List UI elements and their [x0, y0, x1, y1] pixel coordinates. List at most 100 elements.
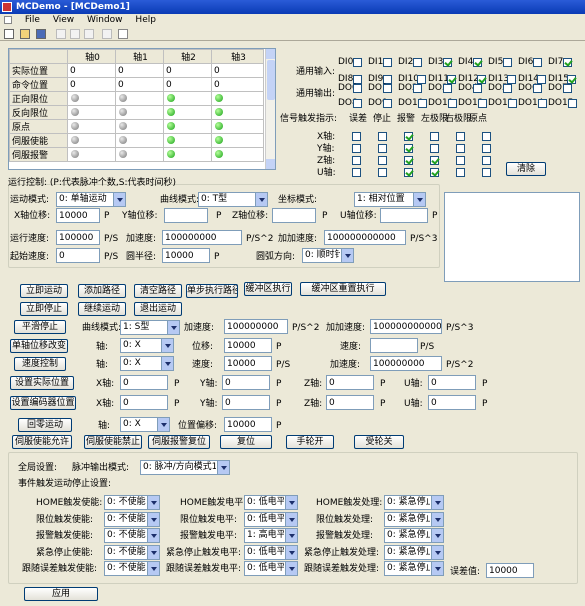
chevron-down-icon[interactable]: [217, 461, 229, 474]
chevron-down-icon[interactable]: [431, 545, 443, 559]
trigger-enable-dropdown[interactable]: 0: 不使能: [104, 495, 160, 510]
input-checkbox[interactable]: [383, 58, 392, 67]
grid-led-cell[interactable]: [115, 147, 164, 162]
add-path-button[interactable]: 添加路径: [78, 284, 126, 298]
buffer-reset-button[interactable]: 缓冲区重置执行: [300, 282, 386, 296]
output-checkbox[interactable]: [413, 84, 422, 93]
grid-led-cell[interactable]: [163, 133, 212, 148]
paste-icon[interactable]: [84, 29, 94, 39]
menu-file[interactable]: File: [25, 15, 40, 25]
signal-checkbox[interactable]: [482, 132, 491, 141]
new-file-icon[interactable]: [4, 29, 14, 39]
open-folder-icon[interactable]: [20, 29, 30, 39]
input-checkbox[interactable]: [447, 75, 456, 84]
z-disp-field[interactable]: [272, 208, 316, 223]
chevron-down-icon[interactable]: [161, 339, 173, 352]
output-checkbox[interactable]: [563, 84, 572, 93]
grid-led-cell[interactable]: [67, 133, 116, 148]
chevron-down-icon[interactable]: [147, 545, 159, 559]
trigger-action-dropdown[interactable]: 0: 紧急停止: [384, 528, 444, 543]
motion-mode-dropdown[interactable]: 0: 单轴运动: [56, 192, 126, 207]
signal-checkbox[interactable]: [378, 144, 387, 153]
grid-led-cell[interactable]: [211, 105, 264, 120]
set-actual-pos-button[interactable]: 设置实际位置: [10, 376, 74, 390]
trigger-action-dropdown[interactable]: 0: 紧急停止: [384, 495, 444, 510]
u-actual-pos-field[interactable]: [428, 375, 476, 390]
start-button[interactable]: 立即运动: [20, 284, 68, 298]
input-checkbox[interactable]: [563, 58, 572, 67]
single-axis-dropdown[interactable]: 0: X: [120, 338, 174, 353]
exit-button[interactable]: 退出运动: [134, 302, 182, 316]
signal-checkbox[interactable]: [352, 132, 361, 141]
x-encoder-pos-field[interactable]: [120, 395, 168, 410]
chevron-down-icon[interactable]: [147, 529, 159, 542]
output-checkbox[interactable]: [443, 84, 452, 93]
y-encoder-pos-field[interactable]: [222, 395, 270, 410]
input-checkbox[interactable]: [413, 58, 422, 67]
output-checkbox[interactable]: [353, 99, 362, 108]
chevron-down-icon[interactable]: [285, 496, 297, 509]
grid-led-cell[interactable]: [67, 147, 116, 162]
pulse-mode-dropdown[interactable]: 0: 脉冲/方向模式1: [140, 460, 230, 475]
grid-cell[interactable]: 0: [211, 63, 264, 78]
grid-led-cell[interactable]: [115, 105, 164, 120]
signal-checkbox[interactable]: [352, 168, 361, 177]
grid-cell[interactable]: 0: [67, 63, 116, 78]
signal-checkbox[interactable]: [482, 156, 491, 165]
chevron-down-icon[interactable]: [285, 562, 297, 575]
grid-led-cell[interactable]: [163, 105, 212, 120]
acc-field[interactable]: [162, 230, 242, 245]
grid-cell[interactable]: 0: [163, 77, 212, 92]
signal-checkbox[interactable]: [482, 144, 491, 153]
menu-help[interactable]: Help: [135, 15, 156, 25]
input-checkbox[interactable]: [353, 58, 362, 67]
menu-window[interactable]: Window: [87, 15, 123, 25]
signal-checkbox[interactable]: [456, 144, 465, 153]
chevron-down-icon[interactable]: [285, 545, 297, 559]
chevron-down-icon[interactable]: [431, 512, 443, 526]
signal-checkbox[interactable]: [482, 168, 491, 177]
output-checkbox[interactable]: [383, 84, 392, 93]
input-checkbox[interactable]: [473, 58, 482, 67]
input-checkbox[interactable]: [507, 75, 516, 84]
radius-field[interactable]: [162, 248, 210, 263]
bottom-button-0[interactable]: 伺服使能允许: [12, 435, 72, 449]
continue-button[interactable]: 继续运动: [78, 302, 126, 316]
output-checkbox[interactable]: [473, 84, 482, 93]
info-textbox[interactable]: [444, 192, 580, 282]
clear-path-button[interactable]: 清空路径: [134, 284, 182, 298]
trigger-level-dropdown[interactable]: 0: 低电平: [244, 495, 298, 510]
chevron-down-icon[interactable]: [341, 249, 353, 262]
home-button[interactable]: 回零运动: [18, 418, 72, 432]
grid-led-cell[interactable]: [211, 91, 264, 106]
cut-icon[interactable]: [56, 29, 66, 39]
copy-icon[interactable]: [70, 29, 80, 39]
smooth-stop-button[interactable]: 平滑停止: [14, 320, 66, 334]
error-value-field[interactable]: [486, 563, 534, 578]
input-checkbox[interactable]: [503, 58, 512, 67]
grid-led-cell[interactable]: [211, 119, 264, 134]
speed-field[interactable]: [224, 356, 272, 371]
input-checkbox[interactable]: [537, 75, 546, 84]
bottom-button-4[interactable]: 手轮开: [286, 435, 334, 449]
chevron-down-icon[interactable]: [255, 193, 267, 206]
trigger-action-dropdown[interactable]: 0: 紧急停止: [384, 544, 444, 560]
bottom-button-1[interactable]: 伺服使能禁止: [84, 435, 142, 449]
chevron-down-icon[interactable]: [161, 357, 173, 370]
signal-checkbox[interactable]: [404, 168, 413, 177]
signal-checkbox[interactable]: [378, 132, 387, 141]
smooth-acc-field[interactable]: [224, 319, 288, 334]
trigger-enable-dropdown[interactable]: 0: 不使能: [104, 528, 160, 543]
u-disp-field[interactable]: [380, 208, 428, 223]
signal-checkbox[interactable]: [430, 168, 439, 177]
output-checkbox[interactable]: [418, 99, 427, 108]
speed-control-button[interactable]: 速度控制: [14, 357, 66, 371]
grid-led-cell[interactable]: [67, 119, 116, 134]
signal-checkbox[interactable]: [430, 156, 439, 165]
signal-checkbox[interactable]: [456, 132, 465, 141]
grid-led-cell[interactable]: [163, 147, 212, 162]
jerk-field[interactable]: [324, 230, 406, 245]
grid-led-cell[interactable]: [211, 133, 264, 148]
trigger-enable-dropdown[interactable]: 0: 不使能: [104, 561, 160, 576]
output-checkbox[interactable]: [533, 84, 542, 93]
